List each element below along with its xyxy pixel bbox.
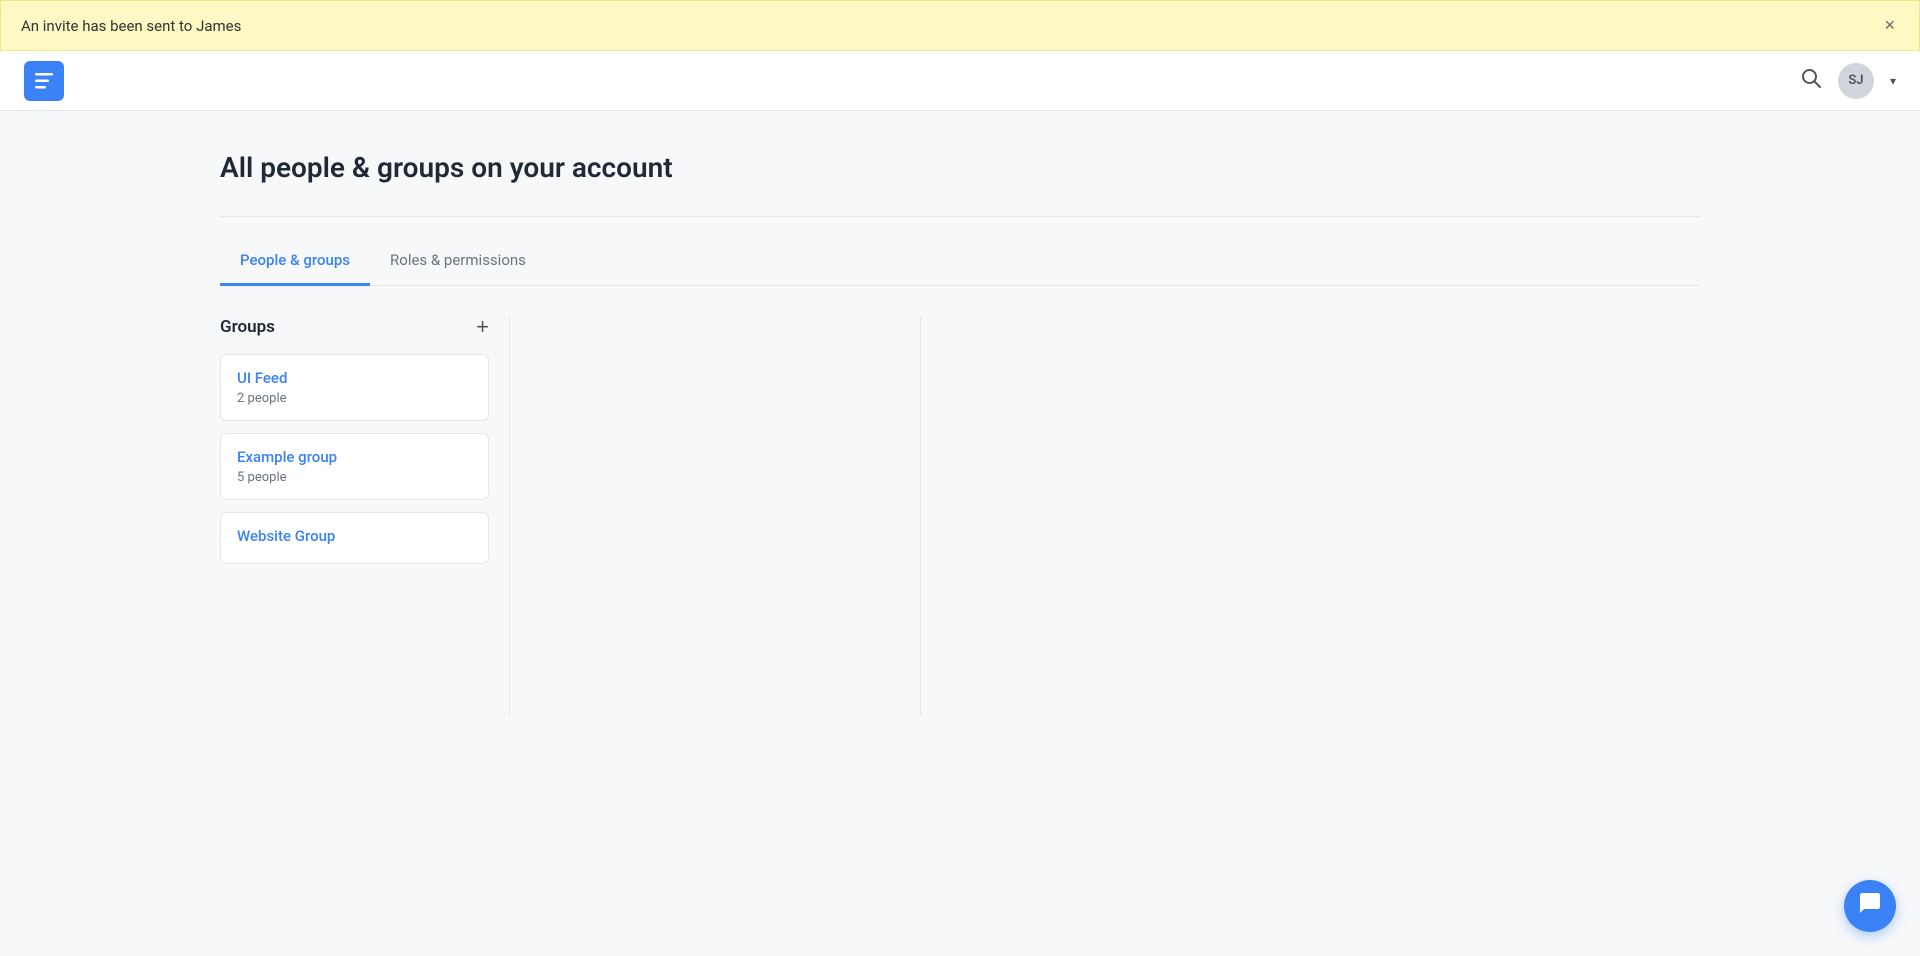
group-name: Website Group [237, 527, 472, 545]
divider [220, 216, 1700, 217]
groups-header: Groups + [220, 316, 509, 338]
page-title: All people & groups on your account [220, 151, 1700, 184]
tabs: People & groups Roles & permissions [220, 237, 1700, 286]
content-area: Groups + UI Feed 2 people Example group … [220, 316, 1700, 716]
chevron-down-icon[interactable]: ▾ [1890, 74, 1896, 88]
main-content: All people & groups on your account Peop… [160, 111, 1760, 756]
avatar[interactable]: SJ [1838, 63, 1874, 99]
group-count: 5 people [237, 470, 472, 485]
app-logo[interactable] [24, 61, 64, 101]
add-group-button[interactable]: + [476, 316, 489, 338]
nav-right: SJ ▾ [1800, 63, 1896, 99]
list-item[interactable]: Example group 5 people [220, 433, 489, 500]
right-panel [921, 316, 1700, 716]
list-item[interactable]: Website Group [220, 512, 489, 564]
tab-roles-permissions[interactable]: Roles & permissions [370, 237, 546, 286]
groups-panel: Groups + UI Feed 2 people Example group … [220, 316, 510, 716]
groups-heading: Groups [220, 317, 275, 337]
chat-icon [1858, 891, 1882, 921]
notification-banner: An invite has been sent to James × [0, 0, 1920, 51]
chat-widget[interactable] [1844, 880, 1896, 932]
notification-message: An invite has been sent to James [21, 17, 241, 35]
group-name: UI Feed [237, 369, 472, 387]
middle-panel [510, 316, 921, 716]
search-icon[interactable] [1800, 67, 1822, 94]
list-item[interactable]: UI Feed 2 people [220, 354, 489, 421]
tab-people-groups[interactable]: People & groups [220, 237, 370, 286]
group-name: Example group [237, 448, 472, 466]
top-nav: SJ ▾ [0, 51, 1920, 111]
notification-close-button[interactable]: × [1880, 15, 1899, 36]
group-count: 2 people [237, 391, 472, 406]
